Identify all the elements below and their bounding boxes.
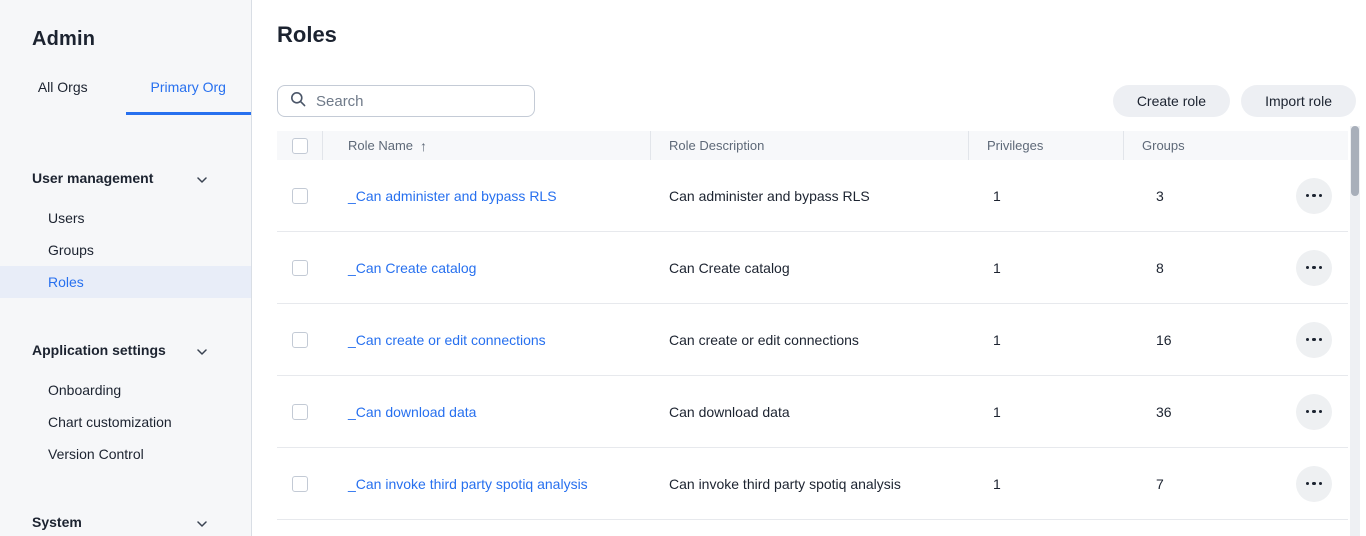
role-description: Can administer and bypass RLS [650, 188, 968, 204]
privileges-count: 1 [968, 188, 1123, 204]
sidebar-item-users[interactable]: Users [0, 202, 251, 234]
section-application-settings: Application settings Onboarding Chart cu… [0, 334, 251, 470]
row-checkbox[interactable] [292, 260, 308, 276]
section-items: Users Groups Roles [0, 202, 251, 298]
groups-count: 7 [1156, 476, 1164, 492]
groups-count: 16 [1156, 332, 1172, 348]
search-icon [290, 91, 306, 112]
row-checkbox[interactable] [292, 332, 308, 348]
role-name-link[interactable]: _Can administer and bypass RLS [348, 188, 557, 204]
privileges-count: 1 [968, 404, 1123, 420]
role-description: Can create or edit connections [650, 332, 968, 348]
column-label: Privileges [987, 138, 1043, 153]
sidebar-item-onboarding[interactable]: Onboarding [0, 374, 251, 406]
section-items: Onboarding Chart customization Version C… [0, 374, 251, 470]
ellipsis-icon [1306, 194, 1310, 198]
section-label: Application settings [32, 342, 166, 358]
create-role-button[interactable]: Create role [1113, 85, 1230, 117]
sidebar: Admin All Orgs Primary Org User manageme… [0, 0, 252, 536]
row-select-cell [277, 404, 322, 420]
section-system: System [0, 506, 251, 536]
column-label: Groups [1142, 138, 1185, 153]
ellipsis-icon [1306, 266, 1310, 270]
ellipsis-icon [1306, 410, 1310, 414]
chevron-down-icon [197, 342, 207, 358]
column-header-groups[interactable]: Groups [1123, 131, 1348, 160]
role-description: Can invoke third party spotiq analysis [650, 476, 968, 492]
section-label: System [32, 514, 82, 530]
more-actions-button[interactable] [1296, 466, 1332, 502]
table-row: _Can invoke third party spotiq analysis … [277, 448, 1348, 520]
column-label: Role Name [348, 138, 413, 153]
table-row: _Can create or edit connections Can crea… [277, 304, 1348, 376]
row-checkbox[interactable] [292, 188, 308, 204]
table-row: _Can download data Can download data 1 3… [277, 376, 1348, 448]
section-header-application-settings[interactable]: Application settings [0, 334, 251, 366]
column-label: Role Description [669, 138, 764, 153]
role-description: Can download data [650, 404, 968, 420]
sidebar-item-chart-customization[interactable]: Chart customization [0, 406, 251, 438]
admin-app: Admin All Orgs Primary Org User manageme… [0, 0, 1366, 536]
role-name-link[interactable]: _Can create or edit connections [348, 332, 546, 348]
sidebar-item-roles[interactable]: Roles [0, 266, 251, 298]
role-name-link[interactable]: _Can download data [348, 404, 476, 420]
row-checkbox[interactable] [292, 404, 308, 420]
groups-count: 3 [1156, 188, 1164, 204]
role-name-link[interactable]: _Can invoke third party spotiq analysis [348, 476, 588, 492]
chevron-down-icon [197, 514, 207, 530]
groups-count: 36 [1156, 404, 1172, 420]
scrollbar-thumb[interactable] [1351, 126, 1359, 196]
row-select-cell [277, 332, 322, 348]
tab-all-orgs[interactable]: All Orgs [0, 79, 126, 115]
toolbar: Create role Import role [277, 85, 1356, 117]
more-actions-button[interactable] [1296, 178, 1332, 214]
section-user-management: User management Users Groups Roles [0, 162, 251, 298]
section-header-system[interactable]: System [0, 506, 251, 536]
role-description: Can Create catalog [650, 260, 968, 276]
select-all-checkbox[interactable] [292, 138, 308, 154]
tab-primary-org[interactable]: Primary Org [126, 79, 252, 115]
table-header: Role Name ↑ Role Description Privileges … [277, 131, 1348, 160]
role-name-link[interactable]: _Can Create catalog [348, 260, 476, 276]
row-checkbox[interactable] [292, 476, 308, 492]
column-header-role-name[interactable]: Role Name ↑ [322, 131, 650, 160]
import-role-button[interactable]: Import role [1241, 85, 1356, 117]
search-box [277, 85, 535, 117]
groups-count: 8 [1156, 260, 1164, 276]
row-select-cell [277, 260, 322, 276]
select-all-cell [277, 138, 322, 154]
sidebar-item-groups[interactable]: Groups [0, 234, 251, 266]
row-select-cell [277, 188, 322, 204]
page-title: Roles [277, 22, 1366, 48]
privileges-count: 1 [968, 332, 1123, 348]
more-actions-button[interactable] [1296, 250, 1332, 286]
main-content: Roles Create role Import role Role Name [252, 0, 1366, 536]
vertical-scrollbar[interactable] [1350, 126, 1360, 536]
sidebar-title: Admin [0, 0, 251, 51]
roles-table: Role Name ↑ Role Description Privileges … [277, 131, 1348, 520]
more-actions-button[interactable] [1296, 394, 1332, 430]
privileges-count: 1 [968, 260, 1123, 276]
table-row: _Can administer and bypass RLS Can admin… [277, 160, 1348, 232]
sidebar-item-version-control[interactable]: Version Control [0, 438, 251, 470]
sidebar-nav: User management Users Groups Roles Appli… [0, 162, 251, 536]
table-row: _Can Create catalog Can Create catalog 1… [277, 232, 1348, 304]
section-header-user-management[interactable]: User management [0, 162, 251, 194]
sort-ascending-icon: ↑ [420, 138, 427, 154]
more-actions-button[interactable] [1296, 322, 1332, 358]
column-header-role-description[interactable]: Role Description [650, 131, 968, 160]
ellipsis-icon [1306, 482, 1310, 486]
chevron-down-icon [197, 170, 207, 186]
org-tabs: All Orgs Primary Org [0, 79, 251, 115]
row-select-cell [277, 476, 322, 492]
ellipsis-icon [1306, 338, 1310, 342]
toolbar-actions: Create role Import role [1113, 85, 1356, 117]
privileges-count: 1 [968, 476, 1123, 492]
column-header-privileges[interactable]: Privileges [968, 131, 1123, 160]
section-label: User management [32, 170, 153, 186]
search-input[interactable] [316, 93, 534, 110]
